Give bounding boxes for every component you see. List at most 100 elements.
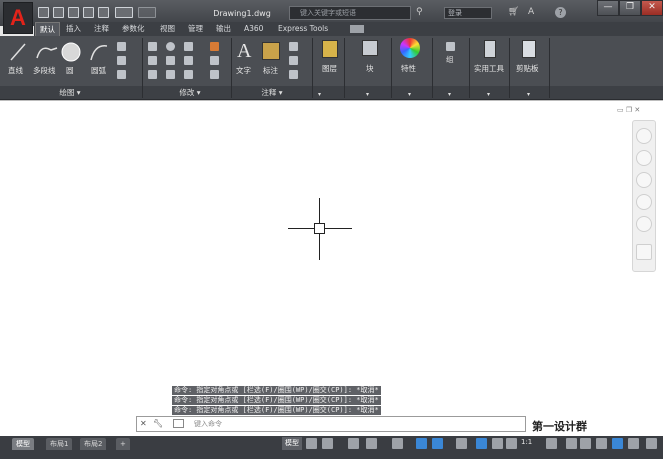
annotation-monitor-icon[interactable] <box>566 438 577 449</box>
markup-icon[interactable] <box>289 70 298 79</box>
open-file-icon[interactable] <box>53 7 64 18</box>
block-dropdown-icon[interactable]: ▾ <box>366 91 369 98</box>
layout-tab-model[interactable]: 模型 <box>12 438 34 450</box>
undo-icon[interactable] <box>115 7 133 18</box>
isodraft-icon[interactable] <box>392 438 403 449</box>
layers-dropdown-icon[interactable]: ▾ <box>318 91 321 98</box>
lineweight-icon[interactable] <box>456 438 467 449</box>
move-icon[interactable] <box>148 42 157 51</box>
clipboard-dropdown-icon[interactable]: ▾ <box>527 91 530 98</box>
hatch-icon[interactable] <box>117 56 126 65</box>
tab-default[interactable]: 默认 <box>35 22 60 36</box>
exchange-icon[interactable]: A <box>528 7 534 17</box>
erase-icon[interactable] <box>210 42 219 51</box>
rotate-icon[interactable] <box>166 42 175 51</box>
layout-tab-layout2[interactable]: 布局2 <box>80 438 107 450</box>
object-snap-tracking-icon[interactable] <box>416 438 427 449</box>
annotation-panel-label[interactable]: 注释 ▾ <box>232 87 312 99</box>
layers-button[interactable]: 图层 <box>322 63 337 74</box>
units-icon[interactable] <box>580 438 591 449</box>
copy-icon[interactable] <box>148 56 157 65</box>
modify-panel-label[interactable]: 修改 ▾ <box>150 87 230 99</box>
new-file-icon[interactable] <box>38 7 49 18</box>
tab-manage[interactable]: 管理 <box>184 22 207 36</box>
search-input[interactable]: 键入关键字或短语 <box>289 6 411 20</box>
rectangle-icon[interactable] <box>117 42 126 51</box>
help-icon[interactable]: ? <box>555 7 566 18</box>
block-button[interactable]: 块 <box>366 63 374 74</box>
text-button[interactable]: 文字 <box>236 65 251 76</box>
binoculars-icon[interactable]: ⚲ <box>416 7 428 19</box>
auto-scale-icon[interactable] <box>492 438 503 449</box>
workspace-gear-icon[interactable] <box>546 438 557 449</box>
tab-output[interactable]: 输出 <box>212 22 235 36</box>
minimize-button[interactable]: — <box>597 0 619 16</box>
tab-a360[interactable]: A360 <box>240 22 267 36</box>
object-snap-icon[interactable] <box>432 438 443 449</box>
quick-properties-icon[interactable] <box>596 438 607 449</box>
tab-parametric[interactable]: 参数化 <box>118 22 149 36</box>
application-menu-button[interactable]: A <box>3 2 33 34</box>
circle-button[interactable]: 圆 <box>66 65 74 76</box>
command-input[interactable]: 键入命令 <box>194 419 222 429</box>
utilities-dropdown-icon[interactable]: ▾ <box>487 91 490 98</box>
ortho-icon[interactable] <box>348 438 359 449</box>
hardware-acceleration-icon[interactable] <box>628 438 639 449</box>
explode-icon[interactable] <box>210 56 219 65</box>
annotation-scale[interactable]: 1:1 <box>521 438 532 446</box>
trim-icon[interactable] <box>184 42 193 51</box>
recent-commands-icon[interactable] <box>173 419 184 428</box>
cart-icon[interactable]: 🛒︎ <box>508 7 519 17</box>
navbar-settings-icon[interactable] <box>636 244 652 260</box>
fillet-icon[interactable] <box>184 56 193 65</box>
orbit-icon[interactable] <box>636 194 652 210</box>
close-button[interactable]: ✕ <box>641 0 663 16</box>
grid-icon[interactable] <box>306 438 317 449</box>
clipboard-button[interactable]: 剪贴板 <box>516 63 539 74</box>
customize-icon[interactable]: 🔧︎ <box>153 419 163 428</box>
isolate-objects-icon[interactable] <box>612 438 623 449</box>
polar-icon[interactable] <box>366 438 377 449</box>
add-layout-button[interactable]: + <box>116 438 130 450</box>
table-icon[interactable] <box>289 56 298 65</box>
properties-button[interactable]: 特性 <box>401 63 416 74</box>
close-command-icon[interactable]: ✕ <box>140 419 147 428</box>
stretch-icon[interactable] <box>148 70 157 79</box>
gradient-icon[interactable] <box>117 70 126 79</box>
maximize-button[interactable]: ❐ <box>619 0 641 16</box>
signin-button[interactable]: 登录 <box>444 7 492 19</box>
group-button[interactable]: 组 <box>446 54 454 65</box>
line-button[interactable]: 直线 <box>8 65 23 76</box>
print-icon[interactable] <box>98 7 109 18</box>
annotation-visibility-icon[interactable] <box>476 438 487 449</box>
utilities-button[interactable]: 实用工具 <box>474 63 504 74</box>
layout-tab-layout1[interactable]: 布局1 <box>46 438 73 450</box>
customization-menu-icon[interactable] <box>646 438 657 449</box>
arc-button[interactable]: 圆弧 <box>91 65 106 76</box>
group-dropdown-icon[interactable]: ▾ <box>448 91 451 98</box>
tab-view[interactable]: 视图 <box>156 22 179 36</box>
steering-wheel-icon[interactable] <box>636 128 652 144</box>
model-space-button[interactable]: 模型 <box>282 437 302 450</box>
tab-options-icon[interactable] <box>350 25 364 33</box>
snap-icon[interactable] <box>322 438 333 449</box>
array-icon[interactable] <box>184 70 193 79</box>
draw-panel-label[interactable]: 绘图 ▾ <box>30 87 110 99</box>
save-as-icon[interactable] <box>83 7 94 18</box>
showmotion-icon[interactable] <box>636 216 652 232</box>
leader-icon[interactable] <box>289 42 298 51</box>
polyline-button[interactable]: 多段线 <box>33 65 56 76</box>
zoom-icon[interactable] <box>636 172 652 188</box>
mirror-icon[interactable] <box>166 56 175 65</box>
scale-icon[interactable] <box>166 70 175 79</box>
pan-icon[interactable] <box>636 150 652 166</box>
properties-dropdown-icon[interactable]: ▾ <box>408 91 411 98</box>
tab-express-tools[interactable]: Express Tools <box>274 22 332 36</box>
dimension-button[interactable]: 标注 <box>263 65 278 76</box>
offset-icon[interactable] <box>210 70 219 79</box>
redo-icon[interactable] <box>138 7 156 18</box>
viewport-controls-icon[interactable]: ▭ ❐ ✕ <box>617 106 655 115</box>
annotation-scale-icon[interactable] <box>506 438 517 449</box>
tab-annotate[interactable]: 注释 <box>90 22 113 36</box>
tab-insert[interactable]: 插入 <box>62 22 85 36</box>
